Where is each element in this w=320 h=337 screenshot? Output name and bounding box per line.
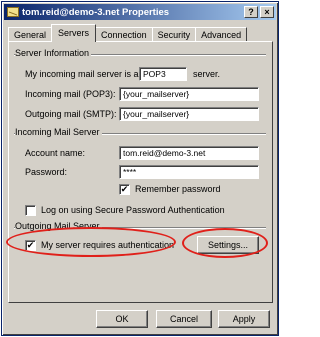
- outgoing-mail-label: Outgoing mail (SMTP):: [25, 109, 117, 119]
- outgoing-mail-input[interactable]: {your_mailserver}: [119, 107, 259, 121]
- settings-button[interactable]: Settings...: [197, 236, 259, 254]
- tab-general[interactable]: General: [8, 27, 53, 42]
- cancel-button[interactable]: Cancel: [156, 310, 212, 328]
- server-type-prefix: My incoming mail server is a: [25, 69, 139, 79]
- account-name-input[interactable]: tom.reid@demo-3.net: [119, 146, 259, 160]
- server-type-field: POP3: [139, 67, 187, 81]
- tab-strip: General Servers Connection Security Adva…: [8, 24, 248, 42]
- title-bar[interactable]: tom.reid@demo-3.net Properties ? ×: [4, 4, 276, 20]
- apply-button[interactable]: Apply: [218, 310, 270, 328]
- incoming-mail-label: Incoming mail (POP3):: [25, 89, 116, 99]
- password-input[interactable]: ****: [119, 165, 259, 179]
- window-title: tom.reid@demo-3.net Properties: [22, 6, 170, 18]
- outgoing-server-heading: Outgoing Mail Server: [15, 221, 102, 231]
- servers-panel: Server Information My incoming mail serv…: [6, 41, 273, 303]
- account-name-label: Account name:: [25, 148, 86, 158]
- incoming-mail-input[interactable]: {your_mailserver}: [119, 87, 259, 101]
- spa-label: Log on using Secure Password Authenticat…: [41, 205, 225, 215]
- ok-button[interactable]: OK: [96, 310, 148, 328]
- properties-dialog: tom.reid@demo-3.net Properties ? × Gener…: [1, 1, 279, 336]
- tab-security[interactable]: Security: [151, 27, 197, 42]
- mail-account-icon: [7, 7, 19, 17]
- tab-advanced[interactable]: Advanced: [195, 27, 248, 42]
- tab-servers[interactable]: Servers: [51, 24, 97, 42]
- remember-password-checkbox[interactable]: ✔: [119, 184, 130, 195]
- auth-checkbox[interactable]: ✔: [25, 240, 36, 251]
- password-label: Password:: [25, 167, 68, 177]
- auth-label: My server requires authentication: [41, 240, 175, 250]
- server-info-heading: Server Information: [15, 48, 92, 58]
- incoming-server-heading: Incoming Mail Server: [15, 127, 102, 137]
- close-button[interactable]: ×: [260, 6, 274, 18]
- server-type-suffix: server.: [193, 69, 221, 79]
- help-button[interactable]: ?: [244, 6, 258, 18]
- remember-password-label: Remember password: [135, 184, 221, 194]
- tab-connection[interactable]: Connection: [95, 27, 153, 42]
- spa-checkbox[interactable]: [25, 205, 36, 216]
